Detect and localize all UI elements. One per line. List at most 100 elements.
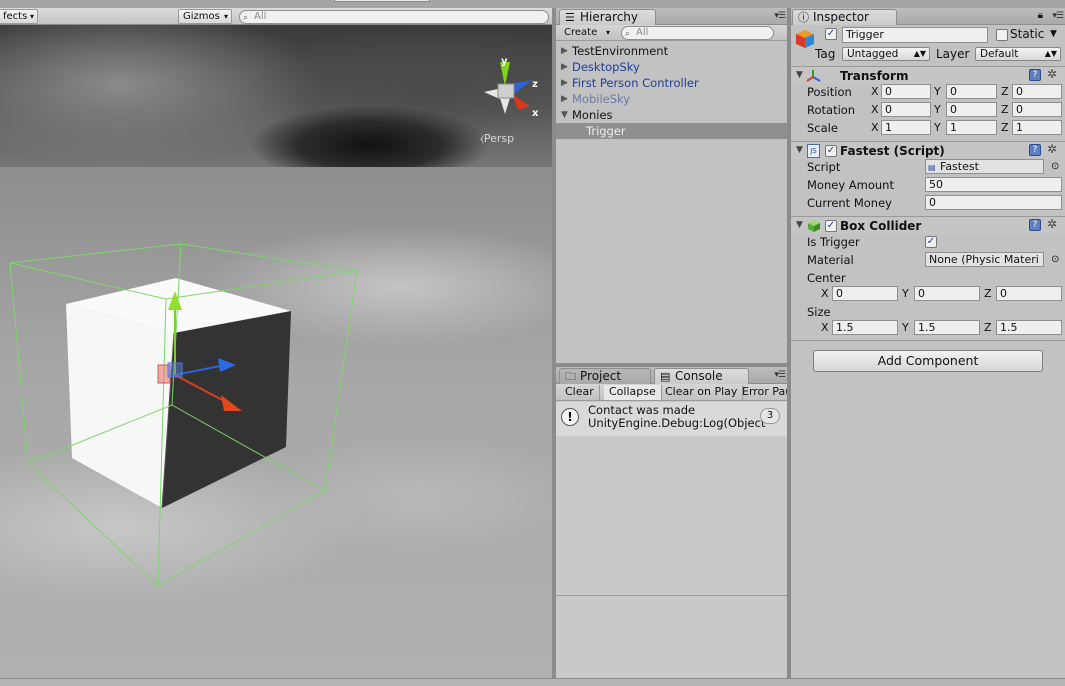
persp-label[interactable]: ⧼Persp	[480, 132, 514, 146]
object-picker-icon[interactable]: ⊙	[1051, 158, 1059, 176]
center-z-field[interactable]: 0	[996, 286, 1062, 301]
collapse-arrow-icon[interactable]: ▼	[796, 220, 803, 230]
gear-icon[interactable]: ✲	[1047, 217, 1057, 231]
collapse-arrow-icon[interactable]: ▼	[796, 145, 803, 155]
help-icon[interactable]: ?	[1029, 219, 1041, 231]
position-x-field[interactable]: 0	[881, 84, 931, 99]
layer-dropdown[interactable]: Default ▲▼	[975, 47, 1061, 61]
hierarchy-item-trigger[interactable]: Trigger	[556, 123, 787, 139]
console-log-entry[interactable]: ! Contact was made UnityEngine.Debug:Log…	[556, 402, 787, 436]
create-dropdown[interactable]: Create ▾	[559, 25, 613, 40]
dropdown-caret-icon: ▾	[29, 12, 34, 21]
scene-canvas[interactable]	[0, 25, 552, 678]
box-collider-header[interactable]: ▼ ✓ Box Collider ? ✲	[791, 216, 1065, 234]
center-x-field[interactable]: 0	[832, 286, 898, 301]
hierarchy-search-input[interactable]: ⌕ All	[621, 26, 774, 40]
money-amount-field[interactable]: 50	[925, 177, 1062, 192]
scale-z-field[interactable]: 1	[1012, 120, 1062, 135]
is-trigger-checkbox[interactable]: ✓	[925, 236, 937, 248]
object-picker-icon[interactable]: ⊙	[1051, 251, 1059, 269]
effects-dropdown[interactable]: fects ▾	[0, 9, 38, 24]
expand-arrow-icon[interactable]: ▶	[561, 91, 568, 107]
search-icon: ⌕	[625, 29, 631, 39]
position-z-field[interactable]: 0	[1012, 84, 1062, 99]
tab-inspector[interactable]: ⓘ Inspector	[792, 9, 897, 25]
collapse-toggle[interactable]: Collapse	[604, 385, 662, 400]
position-y-field[interactable]: 0	[946, 84, 997, 99]
rotation-z-field[interactable]: 0	[1012, 102, 1062, 117]
hierarchy-item-testenvironment[interactable]: ▶ TestEnvironment	[556, 43, 787, 59]
collapse-arrow-icon[interactable]: ▼	[796, 70, 803, 80]
top-toggle[interactable]	[334, 0, 430, 2]
script-enabled-checkbox[interactable]: ✓	[825, 145, 837, 157]
inspector-menu-icon[interactable]: ▾☰	[1052, 11, 1064, 21]
hierarchy-item-desktopsky[interactable]: ▶ DesktopSky	[556, 59, 787, 75]
size-x-field[interactable]: 1.5	[832, 320, 898, 335]
add-component-button[interactable]: Add Component	[813, 350, 1043, 372]
console-divider[interactable]	[556, 595, 787, 596]
scale-y-field[interactable]: 1	[946, 120, 997, 135]
size-y-field[interactable]: 1.5	[914, 320, 980, 335]
scene-view[interactable]: y z x ⧼Persp fects▾ Gizmos▾ ⌕All ▾☰	[0, 8, 552, 678]
gear-icon[interactable]: ✲	[1047, 142, 1057, 156]
size-z-field[interactable]: 1.5	[996, 320, 1062, 335]
expand-arrow-icon[interactable]: ▶	[561, 43, 568, 59]
gizmos-dropdown[interactable]: Gizmos ▾	[178, 9, 232, 24]
hierarchy-item-first-person-controller[interactable]: ▶ First Person Controller	[556, 75, 787, 91]
size-row: X 1.5 Y 1.5 Z 1.5	[791, 319, 1065, 337]
clear-button[interactable]: Clear	[560, 385, 600, 400]
search-icon: ⌕	[243, 13, 249, 23]
tab-project[interactable]: 🗀 Project	[559, 368, 651, 384]
lock-icon[interactable]: 🔒︎	[1038, 10, 1043, 21]
static-checkbox[interactable]: ✓	[996, 29, 1008, 41]
info-icon: !	[561, 408, 579, 426]
script-header[interactable]: ▼ JS ✓ Fastest (Script) ? ✲	[791, 141, 1065, 159]
rotation-x-field[interactable]: 0	[881, 102, 931, 117]
tab-console[interactable]: ▤ Console	[654, 368, 749, 384]
hierarchy-panel: ☰ Hierarchy ▾☰ Create ▾ ⌕ All ▶ TestEnvironm…	[556, 8, 787, 363]
current-money-field[interactable]: 0	[925, 195, 1062, 210]
scene-search-input[interactable]: ⌕ All	[239, 10, 549, 24]
list-icon: ☰	[565, 11, 575, 24]
transform-header[interactable]: ▼ Transform ? ✲	[791, 66, 1065, 84]
rotation-y-field[interactable]: 0	[946, 102, 997, 117]
component-divider	[791, 340, 1065, 341]
gear-icon[interactable]: ✲	[1047, 67, 1057, 81]
expand-arrow-icon[interactable]: ▶	[561, 75, 568, 91]
active-checkbox[interactable]: ✓	[825, 28, 837, 40]
scene-menu-icon[interactable]: ▾☰	[533, 8, 545, 10]
static-dropdown-caret-icon[interactable]: ▼	[1050, 29, 1057, 39]
object-name-field[interactable]: Trigger	[842, 27, 988, 43]
material-field[interactable]: None (Physic Materi	[925, 252, 1044, 267]
tab-hierarchy[interactable]: ☰ Hierarchy	[559, 9, 656, 25]
inspector-panel: ⓘInspector 🔒︎ ▾☰ ✓ Trigger ✓ Static ▼ Ta…	[791, 8, 1065, 678]
help-icon[interactable]: ?	[1029, 69, 1041, 81]
collapse-arrow-icon[interactable]: ▼	[561, 107, 568, 123]
gizmo-axis-x: x	[532, 108, 539, 119]
console-menu-icon[interactable]: ▾☰	[774, 370, 786, 380]
script-object-field[interactable]: ▤ Fastest	[925, 159, 1044, 174]
hierarchy-toolbar: Create ▾ ⌕ All	[556, 25, 787, 41]
hierarchy-menu-icon[interactable]: ▾☰	[774, 11, 786, 21]
layer-label: Layer	[936, 47, 970, 61]
hierarchy-item-monies[interactable]: ▼ Monies	[556, 107, 787, 123]
error-pause-toggle[interactable]: Error Pau	[737, 385, 787, 400]
folder-icon: 🗀	[565, 370, 576, 383]
hierarchy-item-mobilesky[interactable]: ▶ MobileSky	[556, 91, 787, 107]
help-icon[interactable]: ?	[1029, 144, 1041, 156]
inspector-tabbar: ⓘ Inspector 🔒︎ ▾☰	[791, 8, 1065, 25]
orientation-gizmo-icon[interactable]: y z x	[474, 54, 544, 124]
info-circle-icon: ⓘ	[798, 11, 809, 24]
log-count-badge: 3	[760, 408, 780, 424]
tag-label: Tag	[815, 47, 836, 61]
dropdown-caret-icon: ▾	[605, 28, 610, 37]
expand-arrow-icon[interactable]: ▶	[561, 59, 568, 75]
tag-dropdown[interactable]: Untagged ▲▼	[842, 47, 930, 61]
clear-on-play-toggle[interactable]: Clear on Play	[660, 385, 744, 400]
scene-toolbar: fects ▾ Gizmos ▾ ⌕ All	[0, 8, 552, 25]
scale-x-field[interactable]: 1	[881, 120, 931, 135]
collider-enabled-checkbox[interactable]: ✓	[825, 220, 837, 232]
scale-row: Scale X 1 Y 1 Z 1	[791, 119, 1065, 137]
center-y-field[interactable]: 0	[914, 286, 980, 301]
position-row: Position X 0 Y 0 Z 0	[791, 83, 1065, 101]
